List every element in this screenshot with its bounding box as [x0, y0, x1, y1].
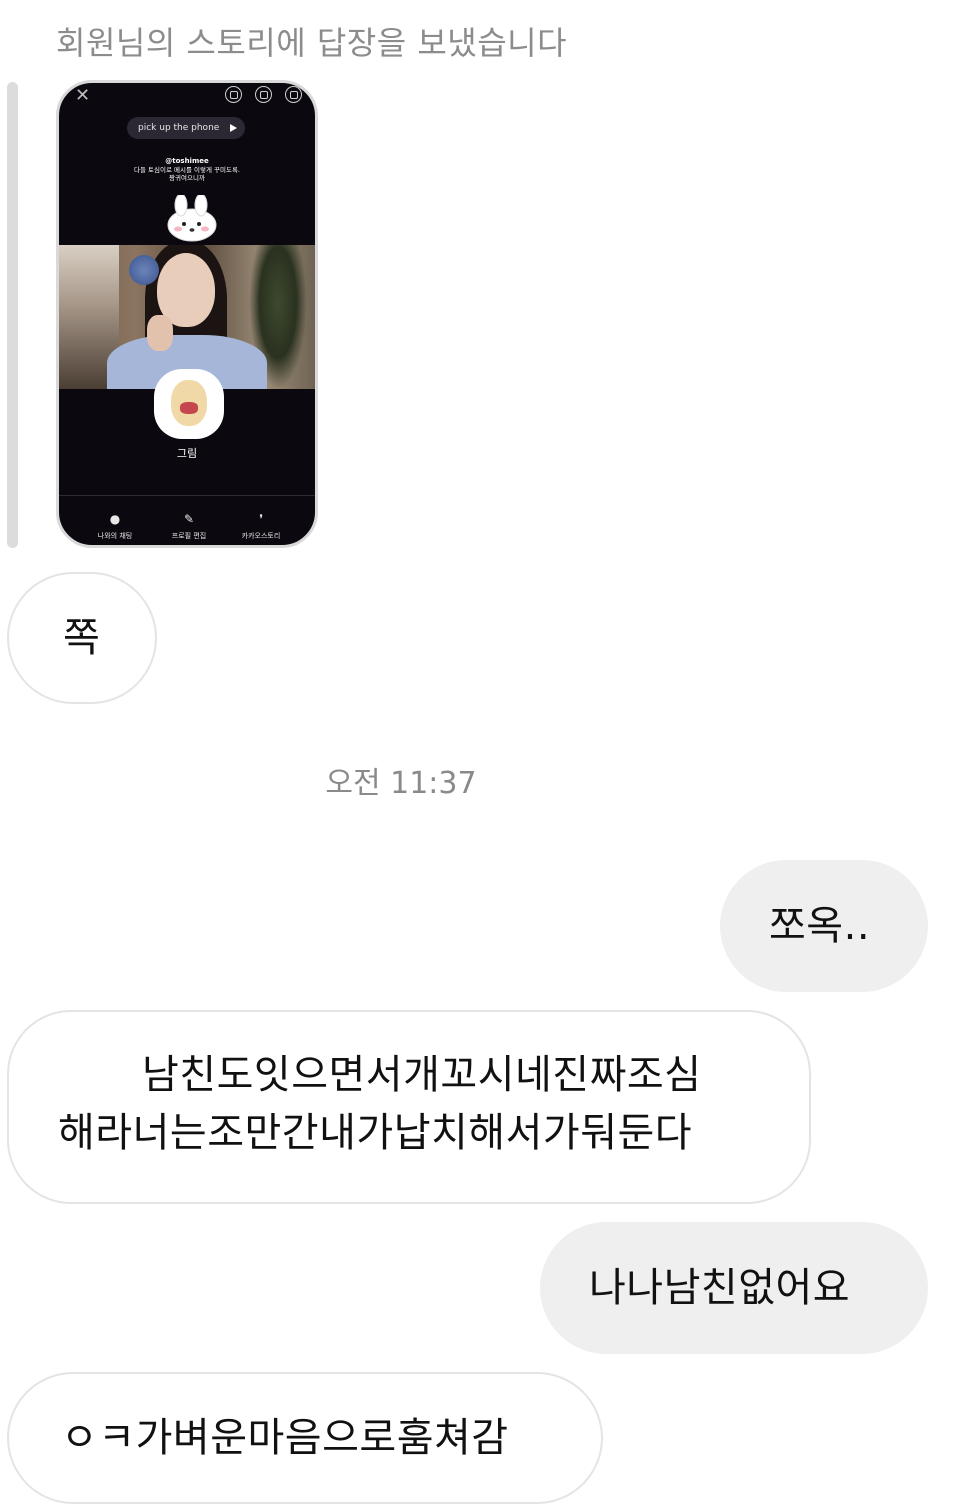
story-music-pill: pick up the phone [127, 117, 245, 139]
message-text: 나나남친없어요 [589, 1265, 851, 1311]
play-icon [230, 124, 237, 132]
message-bubble-incoming[interactable]: 쪽 [7, 572, 157, 704]
reply-quote-bar [7, 82, 18, 548]
message-text: 쪽 [63, 615, 101, 661]
message-text: 쪼옥.. [769, 903, 871, 949]
story-action-label: 나와의 채팅 [97, 532, 133, 540]
close-icon: ✕ [75, 85, 91, 106]
edit-icon: ✎ [183, 512, 195, 526]
message-text-line: 해라너는조만간내가납치해서가둬둔다 [58, 1110, 693, 1156]
photo-hair-flower [129, 255, 159, 285]
story-profile-name: 그림 [176, 447, 198, 460]
story-action-chat[interactable]: ● 나와의 채팅 [85, 513, 145, 541]
message-text-line: 남친도잇으면서개꼬시네진짜조심 [142, 1052, 702, 1098]
message-bubble-outgoing[interactable]: 쪼옥.. [720, 860, 928, 992]
story-handle: @toshimee [165, 157, 209, 165]
story-music-title: pick up the phone [138, 123, 220, 133]
bunny-sticker [167, 195, 217, 242]
reply-notice: 회원님의 스토리에 답장을 보냈습니다 [56, 24, 568, 62]
story-action-divider [59, 495, 315, 496]
message-bubble-incoming[interactable]: ㅇㅋ가벼운마음으로훔쳐감 [7, 1372, 603, 1504]
message-bubble-incoming[interactable]: 남친도잇으면서개꼬시네진짜조심 해라너는조만간내가납치해서가둬둔다 [7, 1010, 811, 1204]
story-action-label: 카카오스토리 [241, 532, 281, 540]
message-bubble-outgoing[interactable]: 나나남친없어요 [540, 1222, 928, 1354]
scan-icon [255, 86, 272, 103]
story-action-edit[interactable]: ✎ 프로필 편집 [159, 513, 219, 541]
story-action-story[interactable]: ❜ 카카오스토리 [231, 513, 291, 541]
cube-icon [225, 86, 242, 103]
quote-icon: ❜ [259, 512, 263, 526]
photo-hand [147, 315, 173, 351]
story-bio-line: 짱귀여으니까 [169, 174, 205, 182]
story-photo [59, 245, 315, 389]
timestamp-divider: 오전 11:37 [325, 766, 477, 801]
story-bio: 다들 토심이로 메시를 이렇게 꾸미도록. 짱귀여으니까 [59, 166, 315, 182]
story-action-label: 프로필 편집 [171, 532, 207, 540]
story-thumbnail[interactable]: ✕ pick up the phone @toshimee 다들 토심이로 메시… [56, 80, 318, 548]
story-bio-line: 다들 토심이로 메시를 이렇게 꾸미도록. [133, 166, 240, 174]
story-profile-image[interactable] [154, 369, 224, 439]
message-text: ㅇㅋ가벼운마음으로훔쳐감 [61, 1415, 509, 1461]
settings-icon [285, 86, 302, 103]
bear-character-image [171, 380, 207, 426]
chat-icon: ● [109, 512, 121, 526]
